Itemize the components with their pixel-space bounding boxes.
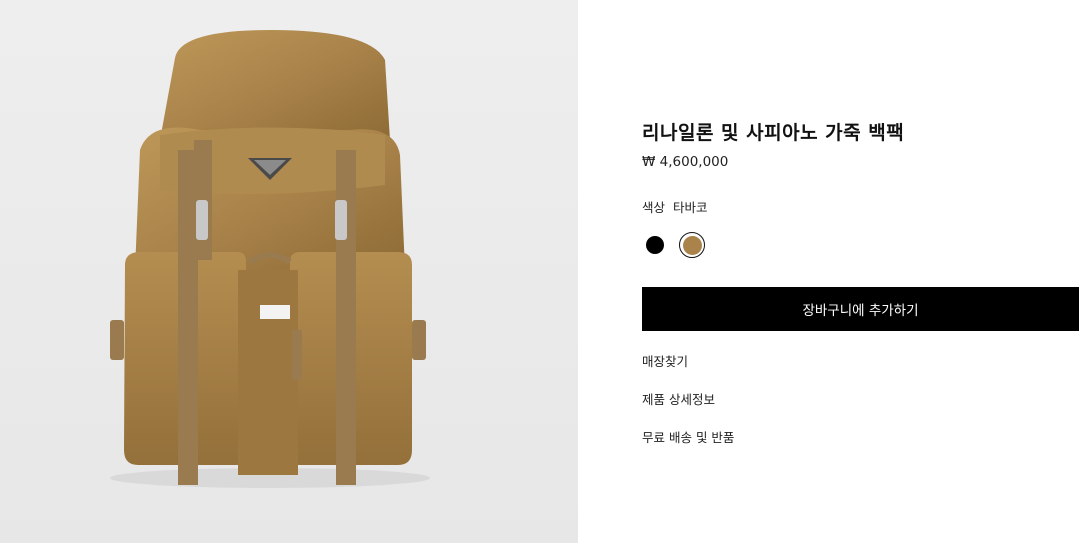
product-price: ₩ 4,600,000 xyxy=(642,154,729,170)
swatch-black[interactable] xyxy=(642,232,668,258)
color-value: 타바코 xyxy=(673,200,708,215)
add-to-cart-button[interactable]: 장바구니에 추가하기 xyxy=(642,287,1079,331)
backpack-illustration xyxy=(110,30,430,488)
swatch-tobacco-dot xyxy=(682,235,702,255)
color-row: 색상 타바코 xyxy=(642,197,708,216)
swatch-black-dot xyxy=(646,236,664,254)
product-info-panel: 리나일론 및 사피아노 가죽 백팩 ₩ 4,600,000 색상 타바코 장바구니… xyxy=(642,0,1079,543)
color-label: 색상 xyxy=(642,200,666,215)
color-swatches xyxy=(642,232,722,258)
swatch-tobacco-selected[interactable] xyxy=(679,232,705,258)
find-store-link[interactable]: 매장찾기 xyxy=(642,351,688,370)
shipping-returns-link[interactable]: 무료 배송 및 반품 xyxy=(642,427,734,446)
product-image[interactable] xyxy=(0,0,578,543)
product-details-link[interactable]: 제품 상세정보 xyxy=(642,389,715,408)
product-title: 리나일론 및 사피아노 가죽 백팩 xyxy=(642,122,905,144)
